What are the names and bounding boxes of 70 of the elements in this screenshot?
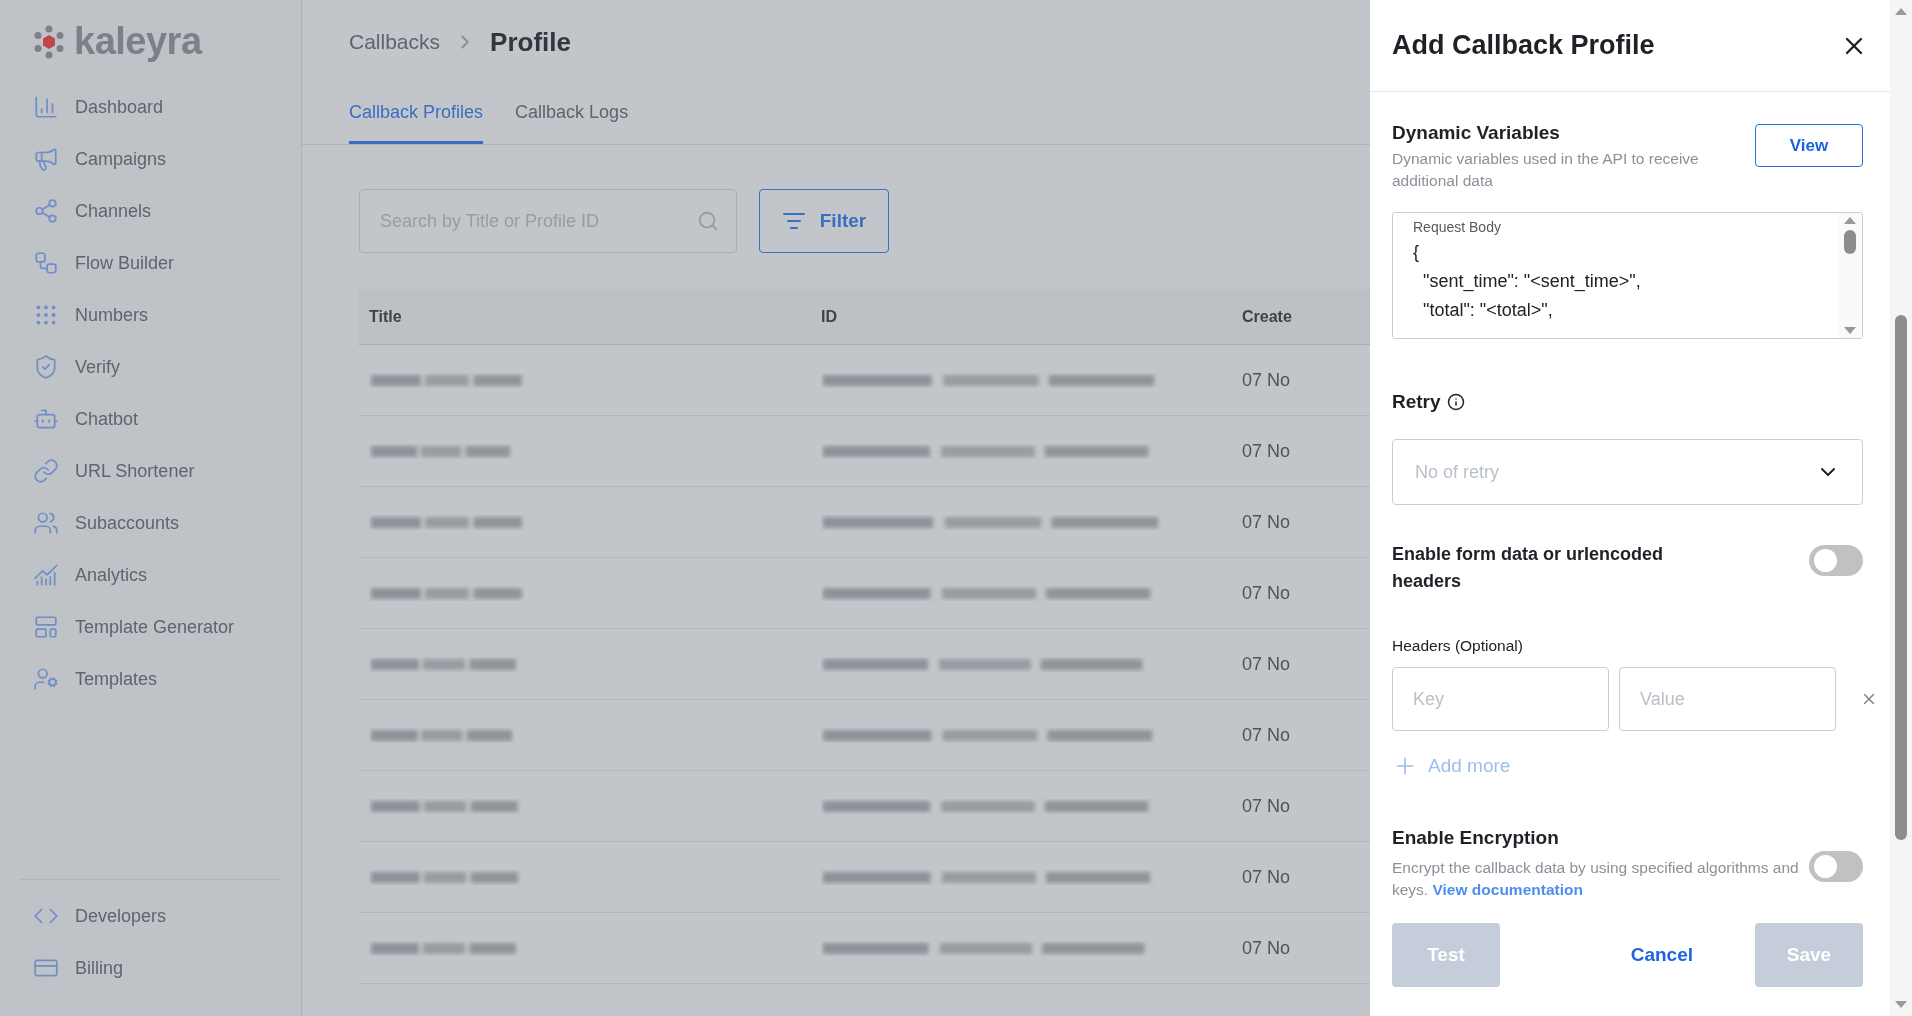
code-line: "sent_time": "<sent_time>", (1422, 270, 1642, 294)
search-icon (697, 210, 719, 232)
toggle-label: Enable form data or urlencoded headers (1392, 543, 1665, 593)
code-line: { (1413, 241, 1420, 264)
section-description: Encrypt the callback data by using specified algorithms and keys. View documentation (1392, 858, 1800, 900)
page-title: Profile (490, 26, 571, 58)
column-header: Create (1241, 307, 1293, 326)
nav-icon (33, 198, 59, 224)
column-header: ID (820, 307, 838, 326)
nav-icon (33, 406, 59, 432)
scrollbar[interactable] (1890, 0, 1912, 1016)
table-cell: 07 No (1242, 582, 1291, 604)
nav-icon (33, 666, 59, 692)
tab[interactable]: Callback Logs (515, 102, 629, 144)
text-button[interactable]: Cancel (1630, 923, 1693, 987)
toggle-switch[interactable] (1809, 545, 1863, 576)
table-cell: 07 No (1242, 795, 1291, 817)
table-cell: 07 No (1242, 440, 1291, 462)
view-button[interactable]: View (1755, 124, 1863, 167)
nav-item[interactable]: Dashboard (0, 81, 301, 133)
section-title: Dynamic Variables (1392, 122, 1561, 144)
nav-item[interactable]: Developers (0, 890, 301, 942)
nav-item[interactable]: Numbers (0, 289, 301, 341)
section-description: Dynamic variables used in the API to receive additional data (1392, 149, 1700, 191)
nav-item[interactable]: Template Generator (0, 601, 301, 653)
nav-icon (33, 146, 59, 172)
breadcrumb-link[interactable]: Callbacks (349, 30, 441, 54)
table-cell: 07 No (1242, 511, 1291, 533)
table-cell: 07 No (1242, 866, 1291, 888)
nav-icon (33, 94, 59, 120)
retry-select[interactable]: No of retry (1392, 439, 1863, 505)
value-field[interactable]: Value (1619, 667, 1836, 731)
nav-icon (33, 562, 59, 588)
field-label: Request Body (1413, 219, 1502, 235)
nav-icon (33, 614, 59, 640)
tab[interactable]: Callback Profiles (349, 102, 484, 144)
nav-icon (33, 250, 59, 276)
field-label: Headers (Optional) (1392, 637, 1524, 655)
table-cell: 07 No (1242, 937, 1291, 959)
nav-item[interactable]: Chatbot (0, 393, 301, 445)
nav-item[interactable]: Billing (0, 942, 301, 994)
nav-item[interactable]: Flow Builder (0, 237, 301, 289)
nav-item[interactable]: Channels (0, 185, 301, 237)
nav-icon (33, 510, 59, 536)
table-cell: 07 No (1242, 724, 1291, 746)
filter-button[interactable]: Filter (759, 189, 889, 253)
brand-name: kaleyra (74, 20, 202, 63)
code-line: "total": "<total>", (1422, 299, 1554, 322)
add-more-button[interactable]: Add more (1392, 753, 1511, 779)
request-body-field[interactable]: Request Body { "sent_time": "<sent_time>", "total": "<total>", (1392, 212, 1863, 339)
nav-item[interactable]: Subaccounts (0, 497, 301, 549)
nav-icon (33, 354, 59, 380)
key-field[interactable]: Key (1392, 667, 1609, 731)
scrollbar[interactable] (1838, 213, 1862, 338)
section-title: Enable Encryption (1392, 827, 1560, 849)
section-title: Retry (1392, 391, 1441, 413)
nav-icon (33, 458, 59, 484)
table-cell: 07 No (1242, 369, 1291, 391)
nav-item[interactable]: Analytics (0, 549, 301, 601)
info-icon (1446, 393, 1465, 411)
table-cell: 07 No (1242, 653, 1291, 675)
nav-item[interactable]: Campaigns (0, 133, 301, 185)
nav-item[interactable]: Verify (0, 341, 301, 393)
nav-item[interactable]: Templates (0, 653, 301, 705)
toggle-switch[interactable] (1809, 850, 1863, 882)
logo-icon (32, 24, 66, 59)
panel-title: Add Callback Profile (1392, 30, 1655, 61)
documentation-link[interactable]: View documentation (1432, 881, 1583, 898)
nav-item[interactable]: URL Shortener (0, 445, 301, 497)
column-header: Title (368, 307, 403, 326)
